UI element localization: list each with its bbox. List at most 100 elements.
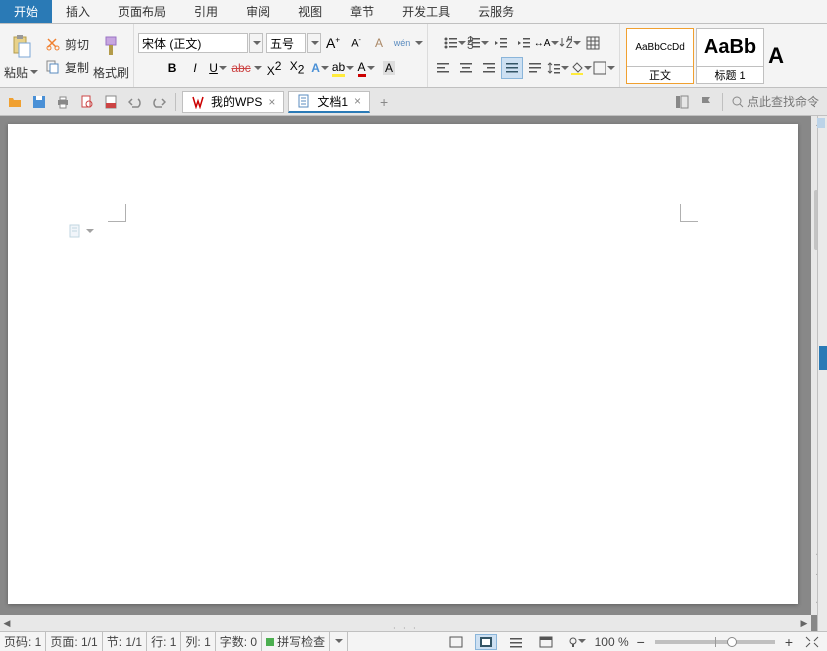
close-icon[interactable]: × — [268, 95, 275, 109]
scroll-left-button[interactable]: ◀ — [0, 616, 14, 630]
insert-hint[interactable] — [68, 224, 94, 238]
view-outline-button[interactable] — [505, 634, 527, 650]
undo-button[interactable] — [124, 91, 146, 113]
align-left-button[interactable] — [432, 57, 454, 79]
bullets-button[interactable] — [444, 32, 466, 54]
grow-font-button[interactable]: A+ — [322, 32, 344, 54]
font-size-input[interactable] — [266, 33, 306, 53]
split-grip[interactable]: ⋮⋮⋮ — [390, 626, 420, 631]
clear-formatting-button[interactable]: A — [368, 32, 390, 54]
numbering-button[interactable]: 123 — [467, 32, 489, 54]
char-scale-button[interactable]: ↔A — [536, 32, 558, 54]
status-column[interactable]: 列: 1 — [181, 632, 215, 651]
close-icon[interactable]: × — [354, 94, 361, 108]
line-spacing-button[interactable] — [547, 57, 569, 79]
strike-button[interactable]: abc — [230, 57, 252, 79]
font-name-dropdown[interactable] — [249, 33, 263, 53]
svg-text:Z: Z — [566, 37, 572, 50]
increase-indent-button[interactable] — [513, 32, 535, 54]
tab-devtools[interactable]: 开发工具 — [388, 0, 464, 23]
align-center-button[interactable] — [455, 57, 477, 79]
bold-button[interactable]: B — [161, 57, 183, 79]
view-print-layout-button[interactable] — [475, 634, 497, 650]
fit-page-button[interactable] — [801, 634, 823, 650]
font-color-button[interactable]: A — [355, 57, 377, 79]
phonetic-guide-button[interactable]: wén — [391, 32, 413, 54]
slider-knob[interactable] — [727, 637, 737, 647]
status-line[interactable]: 行: 1 — [147, 632, 181, 651]
copy-button[interactable] — [42, 56, 64, 78]
export-pdf-button[interactable] — [100, 91, 122, 113]
underline-button[interactable]: U — [207, 57, 229, 79]
tab-home[interactable]: 开始 — [0, 0, 52, 23]
select-pane-button[interactable] — [695, 91, 717, 113]
save-button[interactable] — [28, 91, 50, 113]
command-search[interactable]: 点此查找命令 — [728, 92, 823, 112]
shading-button[interactable] — [570, 57, 592, 79]
print-preview-button[interactable] — [76, 91, 98, 113]
doc-tab-document1[interactable]: 文档1 × — [288, 91, 370, 113]
open-button[interactable] — [4, 91, 26, 113]
view-fullscreen-button[interactable] — [445, 634, 467, 650]
sort-button[interactable]: AZ — [559, 32, 581, 54]
chevron-down-icon[interactable] — [254, 66, 262, 74]
chevron-down-icon[interactable] — [335, 639, 343, 647]
doc-tab-mywps[interactable]: 我的WPS × — [182, 91, 284, 113]
status-word-count[interactable]: 字数: 0 — [216, 632, 262, 651]
tab-section[interactable]: 章节 — [336, 0, 388, 23]
font-size-dropdown[interactable] — [307, 33, 321, 53]
superscript-button[interactable]: X2 — [263, 57, 285, 79]
text-effect-button[interactable]: A — [309, 57, 331, 79]
chevron-down-icon[interactable] — [415, 41, 423, 49]
document-icon — [68, 224, 82, 238]
page[interactable] — [8, 124, 798, 604]
style-heading1[interactable]: AaBb 标题 1 — [696, 28, 764, 84]
highlight-button[interactable]: ab — [332, 57, 354, 79]
zoom-level[interactable]: 100 % — [591, 632, 633, 651]
tab-cloud[interactable]: 云服务 — [464, 0, 528, 23]
char-shading-button[interactable]: A — [378, 57, 400, 79]
borders-button[interactable] — [593, 57, 615, 79]
zoom-slider[interactable] — [655, 640, 775, 644]
status-page-number[interactable]: 页码: 1 — [0, 632, 46, 651]
pane-handle-icon[interactable] — [817, 118, 825, 128]
status-page-count[interactable]: 页面: 1/1 — [46, 632, 102, 651]
zoom-in-button[interactable]: + — [785, 634, 793, 650]
italic-button[interactable]: I — [184, 57, 206, 79]
tab-review[interactable]: 审阅 — [232, 0, 284, 23]
decrease-indent-button[interactable] — [490, 32, 512, 54]
scroll-right-button[interactable]: ▶ — [797, 616, 811, 630]
cut-button[interactable] — [42, 33, 64, 55]
task-pane-strip[interactable] — [817, 116, 827, 631]
redo-button[interactable] — [148, 91, 170, 113]
tab-view[interactable]: 视图 — [284, 0, 336, 23]
status-section[interactable]: 节: 1/1 — [103, 632, 147, 651]
eye-protect-button[interactable] — [565, 634, 587, 650]
group-styles: AaBbCcDd 正文 AaBb 标题 1 A — [620, 24, 792, 87]
format-painter-button[interactable] — [98, 31, 124, 63]
zoom-out-button[interactable]: − — [637, 634, 645, 650]
tab-references[interactable]: 引用 — [180, 0, 232, 23]
tab-insert[interactable]: 插入 — [52, 0, 104, 23]
new-tab-button[interactable]: + — [373, 91, 395, 113]
shrink-font-button[interactable]: A- — [345, 32, 367, 54]
align-distribute-button[interactable] — [524, 57, 546, 79]
document-area[interactable]: ▲ ▼ ▲ ● ▼ ◀ ⋮⋮⋮ ▶ — [0, 116, 827, 631]
chevron-down-icon[interactable] — [30, 70, 38, 78]
view-web-button[interactable] — [535, 634, 557, 650]
align-justify-button[interactable] — [501, 57, 523, 79]
status-spellcheck[interactable]: 拼写检查 — [262, 632, 330, 651]
font-name-input[interactable] — [138, 33, 248, 53]
pdf-icon — [104, 95, 118, 109]
print-button[interactable] — [52, 91, 74, 113]
style-normal[interactable]: AaBbCcDd 正文 — [626, 28, 694, 84]
horizontal-scrollbar[interactable]: ◀ ⋮⋮⋮ ▶ — [0, 615, 811, 631]
align-right-button[interactable] — [478, 57, 500, 79]
paste-button[interactable] — [7, 31, 35, 63]
style-more[interactable]: A — [766, 28, 786, 84]
pane-marker[interactable] — [819, 346, 827, 370]
subscript-button[interactable]: X2 — [286, 57, 308, 79]
tab-page-layout[interactable]: 页面布局 — [104, 0, 180, 23]
show-marks-button[interactable] — [582, 32, 604, 54]
nav-pane-button[interactable] — [671, 91, 693, 113]
